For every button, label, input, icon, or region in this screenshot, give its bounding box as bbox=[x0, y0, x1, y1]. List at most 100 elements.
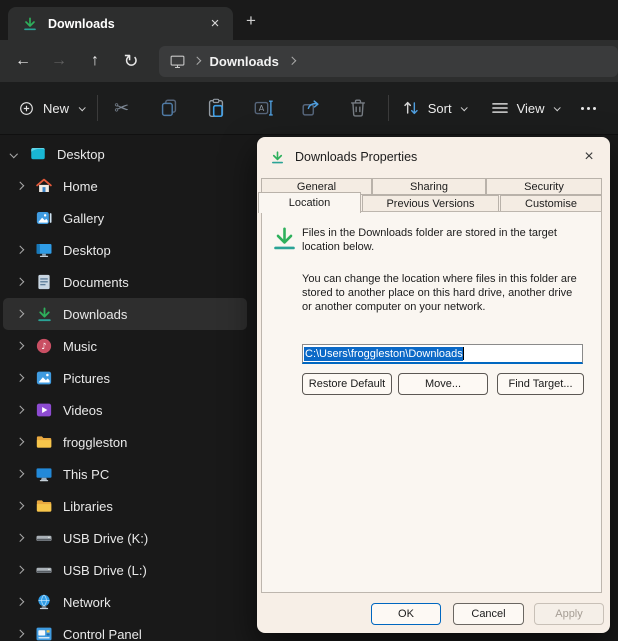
sidebar-item-libraries[interactable]: Libraries bbox=[3, 490, 247, 522]
dialog-title: Downloads Properties bbox=[295, 150, 417, 164]
network-icon bbox=[31, 593, 57, 611]
new-button[interactable]: New bbox=[5, 90, 97, 126]
sidebar-item-label: Documents bbox=[63, 275, 129, 290]
view-button[interactable]: View bbox=[478, 90, 571, 126]
sidebar-item-desktop-root[interactable]: Desktop bbox=[3, 138, 247, 170]
ellipsis-icon bbox=[581, 107, 584, 110]
chevron-right-icon[interactable] bbox=[16, 438, 24, 446]
sidebar-item-this-pc[interactable]: This PC bbox=[3, 458, 247, 490]
chevron-down-icon[interactable] bbox=[10, 150, 18, 158]
copy-icon bbox=[158, 97, 180, 119]
sidebar-item-network[interactable]: Network bbox=[3, 586, 247, 618]
downloads-properties-dialog: Downloads Properties × General Sharing S… bbox=[257, 137, 610, 633]
tab-location[interactable]: Location bbox=[258, 192, 361, 213]
chevron-right-icon[interactable] bbox=[16, 374, 24, 382]
address-bar[interactable]: Downloads bbox=[159, 46, 618, 77]
file-explorer-window: Downloads × + ← → ↑ ↻ Downloads bbox=[0, 0, 618, 641]
gallery-icon bbox=[31, 209, 57, 227]
sidebar-item-desktop[interactable]: Desktop bbox=[3, 234, 247, 266]
document-icon bbox=[31, 273, 57, 291]
more-options-button[interactable] bbox=[571, 90, 606, 126]
chevron-right-icon[interactable] bbox=[16, 566, 24, 574]
sidebar-item-label: Control Panel bbox=[63, 627, 142, 641]
tab-previous-versions[interactable]: Previous Versions bbox=[362, 195, 499, 212]
back-button[interactable]: ← bbox=[5, 44, 41, 78]
control-panel-icon bbox=[31, 625, 57, 641]
chevron-right-icon[interactable] bbox=[16, 630, 24, 638]
cancel-button[interactable]: Cancel bbox=[453, 603, 524, 625]
chevron-right-icon[interactable] bbox=[16, 598, 24, 606]
explorer-tab-downloads[interactable]: Downloads × bbox=[8, 7, 233, 40]
sidebar-item-froggleston[interactable]: froggleston bbox=[3, 426, 247, 458]
copy-button[interactable] bbox=[145, 90, 192, 126]
dialog-close-icon[interactable]: × bbox=[577, 145, 601, 169]
cut-button[interactable]: ✂ bbox=[98, 90, 145, 126]
circle-plus-icon bbox=[18, 100, 35, 117]
navigation-bar: ← → ↑ ↻ Downloads bbox=[0, 40, 618, 82]
chevron-right-icon[interactable] bbox=[16, 534, 24, 542]
sidebar-item-home[interactable]: Home bbox=[3, 170, 247, 202]
tab-customise[interactable]: Customise bbox=[500, 195, 602, 212]
restore-default-button[interactable]: Restore Default bbox=[302, 373, 392, 395]
usb-drive-icon bbox=[31, 529, 57, 547]
sidebar-item-label: Pictures bbox=[63, 371, 110, 386]
sidebar-item-label: USB Drive (L:) bbox=[63, 563, 147, 578]
chevron-right-icon[interactable] bbox=[16, 502, 24, 510]
tab-bar: Downloads × + bbox=[0, 0, 618, 40]
sidebar-item-label: froggleston bbox=[63, 435, 127, 450]
delete-button[interactable] bbox=[334, 90, 381, 126]
sidebar-item-label: Downloads bbox=[63, 307, 127, 322]
ok-button[interactable]: OK bbox=[371, 603, 441, 625]
breadcrumb-downloads[interactable]: Downloads bbox=[210, 54, 279, 69]
chevron-right-icon[interactable] bbox=[16, 310, 24, 318]
svg-text:A: A bbox=[258, 103, 264, 113]
download-icon bbox=[270, 150, 285, 165]
music-icon: ♪ bbox=[31, 337, 57, 355]
chevron-right-icon[interactable] bbox=[16, 278, 24, 286]
sidebar-item-documents[interactable]: Documents bbox=[3, 266, 247, 298]
chevron-right-icon[interactable] bbox=[16, 470, 24, 478]
apply-button: Apply bbox=[534, 603, 604, 625]
rename-button[interactable]: A bbox=[240, 90, 287, 126]
sort-button[interactable]: Sort bbox=[389, 90, 478, 126]
sidebar-item-label: Network bbox=[63, 595, 111, 610]
sidebar-item-downloads[interactable]: Downloads bbox=[3, 298, 247, 330]
sidebar-item-videos[interactable]: Videos bbox=[3, 394, 247, 426]
scissors-icon: ✂ bbox=[114, 98, 129, 119]
find-target-button[interactable]: Find Target... bbox=[497, 373, 584, 395]
paste-button[interactable] bbox=[193, 90, 240, 126]
chevron-right-icon[interactable] bbox=[16, 406, 24, 414]
tab-sharing[interactable]: Sharing bbox=[372, 178, 486, 195]
tab-close-icon[interactable]: × bbox=[203, 12, 227, 36]
new-tab-button[interactable]: + bbox=[238, 9, 264, 33]
move-button[interactable]: Move... bbox=[398, 373, 488, 395]
chevron-right-icon[interactable] bbox=[16, 182, 24, 190]
tab-security[interactable]: Security bbox=[486, 178, 602, 195]
sort-arrows-icon bbox=[401, 98, 421, 118]
sidebar-item-label: Gallery bbox=[63, 211, 104, 226]
refresh-button[interactable]: ↻ bbox=[113, 44, 149, 78]
sidebar-item-music[interactable]: ♪ Music bbox=[3, 330, 247, 362]
sidebar-item-pictures[interactable]: Pictures bbox=[3, 362, 247, 394]
up-button[interactable]: ↑ bbox=[77, 44, 113, 78]
download-icon bbox=[22, 16, 38, 32]
sidebar-item-control-panel[interactable]: Control Panel bbox=[3, 618, 247, 641]
usb-drive-icon bbox=[31, 561, 57, 579]
chevron-right-icon[interactable] bbox=[16, 246, 24, 254]
sidebar-item-usb-k[interactable]: USB Drive (K:) bbox=[3, 522, 247, 554]
sidebar-item-label: USB Drive (K:) bbox=[63, 531, 148, 546]
home-icon bbox=[31, 177, 57, 195]
chevron-right-icon[interactable] bbox=[16, 342, 24, 350]
target-path-input[interactable]: C:\Users\froggleston\Downloads bbox=[302, 344, 583, 364]
share-icon bbox=[300, 97, 322, 119]
sidebar-item-gallery[interactable]: Gallery bbox=[3, 202, 247, 234]
share-button[interactable] bbox=[287, 90, 334, 126]
sidebar-item-usb-l[interactable]: USB Drive (L:) bbox=[3, 554, 247, 586]
trash-icon bbox=[347, 97, 369, 119]
chevron-down-icon bbox=[553, 104, 560, 111]
sidebar-item-label: Videos bbox=[63, 403, 103, 418]
sidebar-item-label: Desktop bbox=[57, 147, 105, 162]
location-tab-panel: Files in the Downloads folder are stored… bbox=[261, 211, 602, 593]
sidebar-item-label: This PC bbox=[63, 467, 109, 482]
text-cursor bbox=[463, 347, 464, 360]
